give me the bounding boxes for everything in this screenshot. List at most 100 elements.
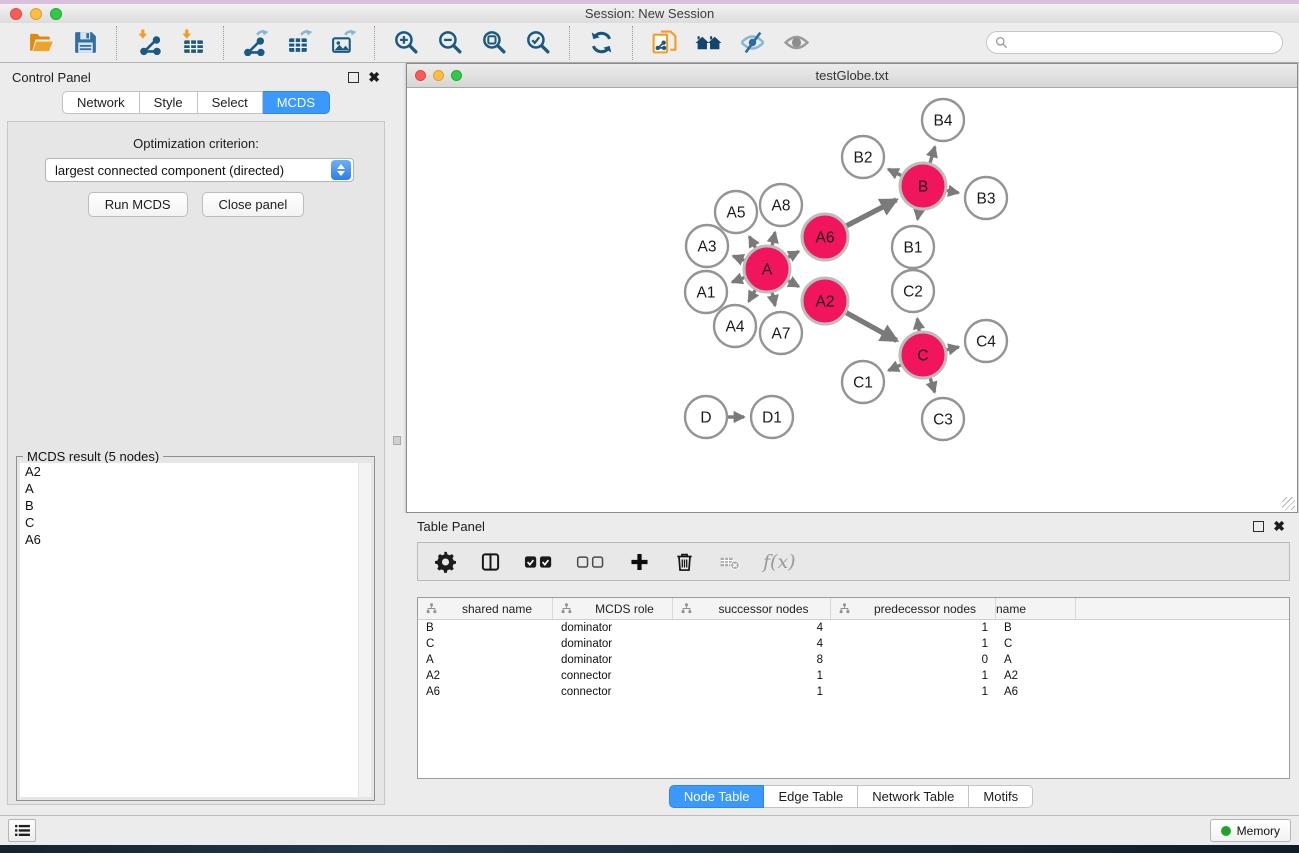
- graph-edge-A-A6[interactable]: [788, 251, 799, 257]
- column-header-name[interactable]: name: [996, 598, 1076, 619]
- table-row[interactable]: Adominator80A: [418, 652, 1289, 668]
- import-table-button[interactable]: [175, 27, 209, 59]
- unselect-all-button[interactable]: [576, 547, 606, 577]
- table-cell[interactable]: 1: [831, 622, 996, 634]
- graph-node-A8[interactable]: A8: [760, 184, 802, 226]
- table-cell[interactable]: C: [418, 638, 553, 650]
- control-panel-float-button[interactable]: [348, 72, 359, 83]
- window-resize-grip[interactable]: [1282, 497, 1295, 510]
- graph-node-B[interactable]: B: [900, 163, 946, 209]
- graph-edge-A-A1[interactable]: [732, 277, 744, 282]
- import-network-button[interactable]: [131, 27, 165, 59]
- graph-edge-C-C1[interactable]: [889, 365, 902, 371]
- table-cell[interactable]: A: [418, 654, 553, 666]
- graph-node-C1[interactable]: C1: [842, 361, 884, 403]
- table-cell[interactable]: 1: [831, 686, 996, 698]
- graph-edge-B-B4[interactable]: [930, 147, 935, 163]
- table-settings-button[interactable]: [434, 547, 457, 577]
- column-header-predecessor-nodes[interactable]: predecessor nodes: [831, 598, 996, 619]
- graph-node-A3[interactable]: A3: [686, 225, 728, 267]
- zoom-fit-button[interactable]: [477, 27, 511, 59]
- graph-node-A6[interactable]: A6: [802, 214, 848, 260]
- table-panel-float-button[interactable]: [1253, 521, 1264, 532]
- export-network-button[interactable]: [238, 27, 272, 59]
- graph-edge-C-C4[interactable]: [946, 347, 958, 350]
- delete-column-button[interactable]: [673, 547, 696, 577]
- table-cell[interactable]: A: [996, 654, 1076, 666]
- tab-motifs[interactable]: Motifs: [969, 785, 1033, 808]
- graph-node-A5[interactable]: A5: [715, 191, 757, 233]
- column-header-MCDS-role[interactable]: MCDS role: [553, 598, 673, 619]
- first-neighbors-button[interactable]: [691, 27, 725, 59]
- mcds-result-item[interactable]: C: [20, 514, 371, 531]
- tab-edge-table[interactable]: Edge Table: [764, 785, 858, 808]
- graph-node-A2[interactable]: A2: [802, 278, 848, 324]
- table-row[interactable]: A2connector11A2: [418, 668, 1289, 684]
- table-cell[interactable]: 1: [673, 670, 831, 682]
- table-cell[interactable]: 1: [673, 686, 831, 698]
- save-session-button[interactable]: [68, 27, 102, 59]
- graph-node-D1[interactable]: D1: [751, 396, 793, 438]
- zoom-out-button[interactable]: [433, 27, 467, 59]
- zoom-in-button[interactable]: [389, 27, 423, 59]
- select-all-button[interactable]: [524, 547, 554, 577]
- table-row[interactable]: Bdominator41B: [418, 620, 1289, 636]
- tab-select[interactable]: Select: [198, 91, 263, 114]
- search-field[interactable]: [986, 31, 1283, 54]
- new-network-from-selection-button[interactable]: [647, 27, 681, 59]
- graph-node-C3[interactable]: C3: [922, 398, 964, 440]
- open-file-button[interactable]: [24, 27, 58, 59]
- table-cell[interactable]: 1: [831, 638, 996, 650]
- run-mcds-button[interactable]: Run MCDS: [88, 192, 188, 217]
- mcds-result-item[interactable]: A2: [20, 463, 371, 480]
- graph-edge-B-B1[interactable]: [918, 210, 920, 220]
- graph-node-A7[interactable]: A7: [760, 312, 802, 354]
- close-panel-button[interactable]: Close panel: [202, 192, 305, 217]
- table-cell[interactable]: C: [996, 638, 1076, 650]
- graph-edge-C-C3[interactable]: [930, 378, 934, 392]
- zoom-selected-button[interactable]: [521, 27, 555, 59]
- vertical-splitter-handle[interactable]: [393, 436, 401, 445]
- memory-button[interactable]: Memory: [1210, 819, 1291, 842]
- table-cell[interactable]: dominator: [553, 622, 673, 634]
- graph-node-B3[interactable]: B3: [965, 177, 1007, 219]
- graph-node-B2[interactable]: B2: [842, 136, 884, 178]
- mcds-list-scrollbar[interactable]: [358, 463, 371, 797]
- graph-node-A4[interactable]: A4: [714, 305, 756, 347]
- graph-node-B4[interactable]: B4: [922, 99, 964, 141]
- graph-node-C2[interactable]: C2: [892, 270, 934, 312]
- graph-edge-A2-C[interactable]: [846, 313, 897, 341]
- table-cell[interactable]: B: [418, 622, 553, 634]
- table-cell[interactable]: A6: [418, 686, 553, 698]
- graph-edge-A-A5[interactable]: [749, 237, 755, 248]
- network-window-titlebar[interactable]: testGlobe.txt: [407, 64, 1297, 88]
- graph-node-A[interactable]: A: [744, 246, 790, 292]
- search-input[interactable]: [1012, 36, 1274, 50]
- apply-layout-button[interactable]: [584, 27, 618, 59]
- table-cell[interactable]: 1: [831, 670, 996, 682]
- tab-node-table[interactable]: Node Table: [669, 785, 765, 808]
- table-cell[interactable]: 4: [673, 622, 831, 634]
- network-canvas[interactable]: AA1A2A3A4A5A6A7A8BB1B2B3B4CC1C2C3C4DD1: [407, 88, 1297, 512]
- table-cell[interactable]: dominator: [553, 654, 673, 666]
- graph-edge-A6-B[interactable]: [846, 200, 896, 226]
- graph-node-B1[interactable]: B1: [892, 226, 934, 268]
- table-row[interactable]: Cdominator41C: [418, 636, 1289, 652]
- graph-edge-A-A4[interactable]: [749, 290, 756, 302]
- table-cell[interactable]: A6: [996, 686, 1076, 698]
- show-all-button[interactable]: [779, 27, 813, 59]
- tab-style[interactable]: Style: [140, 91, 198, 114]
- table-cell[interactable]: A2: [418, 670, 553, 682]
- graph-node-A1[interactable]: A1: [685, 271, 727, 313]
- tab-network-table[interactable]: Network Table: [858, 785, 969, 808]
- graph-edge-A-A3[interactable]: [733, 256, 744, 260]
- graph-edge-A-A7[interactable]: [772, 292, 775, 305]
- graph-node-D[interactable]: D: [685, 396, 727, 438]
- export-image-button[interactable]: [326, 27, 360, 59]
- table-cell[interactable]: 0: [831, 654, 996, 666]
- mcds-result-item[interactable]: B: [20, 497, 371, 514]
- column-header-shared-name[interactable]: shared name: [418, 598, 553, 619]
- export-table-button[interactable]: [282, 27, 316, 59]
- graph-edge-A-A2[interactable]: [788, 281, 799, 287]
- mcds-result-item[interactable]: A: [20, 480, 371, 497]
